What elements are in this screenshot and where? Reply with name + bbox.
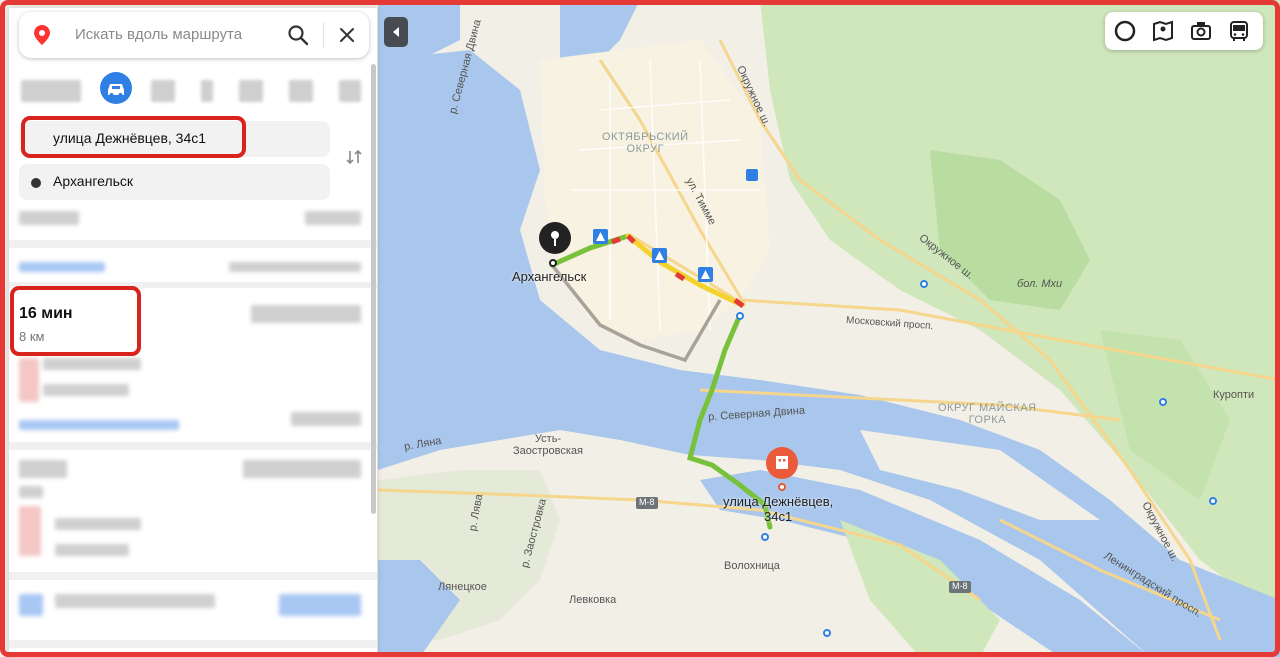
blurred-info xyxy=(55,594,215,608)
map-label-maimaks: ОКРУГ МАЙСКАЯ ГОРКА xyxy=(938,402,1037,426)
collapse-sidebar-button[interactable] xyxy=(384,17,408,47)
blurred-option xyxy=(305,211,361,225)
map-label-kuropti: Куропти xyxy=(1213,389,1255,401)
map-label-destination: улица Дежнёвцев, 34с1 xyxy=(723,494,834,524)
swap-icon[interactable] xyxy=(345,149,363,165)
chevron-left-icon xyxy=(393,27,399,37)
map-layers-toolbar xyxy=(1105,12,1263,50)
map-label-levkovka: Левковка xyxy=(569,594,617,606)
route-to-field[interactable]: Архангельск xyxy=(19,164,330,200)
search-divider xyxy=(323,22,324,48)
map-label-m8-2: М-8 xyxy=(952,581,968,591)
map-label-volokhnitsa: Волохница xyxy=(724,560,780,572)
section-divider xyxy=(9,240,377,248)
transport-modes xyxy=(9,72,377,106)
map-label-bol-mkhi: бол. Мхи xyxy=(1017,278,1063,290)
blurred-info xyxy=(43,384,129,396)
mode-blurred[interactable] xyxy=(21,80,81,102)
panorama-icon[interactable] xyxy=(1151,19,1175,43)
map-label-m8-1: М-8 xyxy=(639,497,655,507)
sidebar-scrollbar[interactable] xyxy=(371,64,376,514)
blurred-info xyxy=(19,460,67,478)
blurred-option xyxy=(229,262,361,272)
bus-icon[interactable] xyxy=(1227,19,1251,43)
highlight-from-field xyxy=(21,116,246,158)
blurred-option xyxy=(19,211,79,225)
search-placeholder: Искать вдоль маршрута xyxy=(75,26,243,43)
destination-dot-icon xyxy=(31,178,41,188)
map-label-ust-zaostrovskaya: Усть- Заостровская xyxy=(513,433,584,457)
blurred-info xyxy=(251,305,361,323)
blurred-info xyxy=(291,412,361,426)
section-divider xyxy=(9,572,377,580)
map-label-lyanetskoe: Лянецкое xyxy=(438,581,487,593)
blurred-info xyxy=(243,460,361,478)
map-label-arkhangelsk: Архангельск xyxy=(512,269,587,284)
blurred-link xyxy=(19,594,43,616)
blurred-link xyxy=(19,262,105,272)
mode-blurred[interactable] xyxy=(239,80,263,102)
blurred-link xyxy=(279,594,361,616)
mode-blurred[interactable] xyxy=(151,80,175,102)
car-icon xyxy=(108,84,124,97)
blurred-info xyxy=(43,358,141,370)
blurred-info xyxy=(19,506,41,556)
traffic-layer-icon[interactable] xyxy=(1113,19,1137,43)
blurred-info xyxy=(55,544,129,556)
blurred-info xyxy=(19,486,43,498)
highlight-route-time xyxy=(10,286,141,356)
mode-blurred[interactable] xyxy=(339,80,361,102)
map-label-oktyabrsky: ОКТЯБРЬСКИЙ ОКРУГ xyxy=(602,131,689,155)
route-search-bar[interactable]: Искать вдоль маршрута xyxy=(19,12,369,58)
section-divider xyxy=(9,640,377,648)
camera-icon[interactable] xyxy=(1189,19,1213,43)
mode-blurred[interactable] xyxy=(201,80,213,102)
mode-blurred[interactable] xyxy=(289,80,313,102)
search-icon[interactable] xyxy=(287,24,309,46)
mode-car[interactable] xyxy=(100,72,132,104)
close-icon[interactable] xyxy=(337,25,357,45)
blurred-info xyxy=(55,518,141,530)
blurred-link xyxy=(19,420,179,430)
blurred-info xyxy=(19,358,39,402)
location-pin-icon xyxy=(34,25,50,45)
route-to-label: Архангельск xyxy=(53,173,134,189)
section-divider xyxy=(9,442,377,450)
